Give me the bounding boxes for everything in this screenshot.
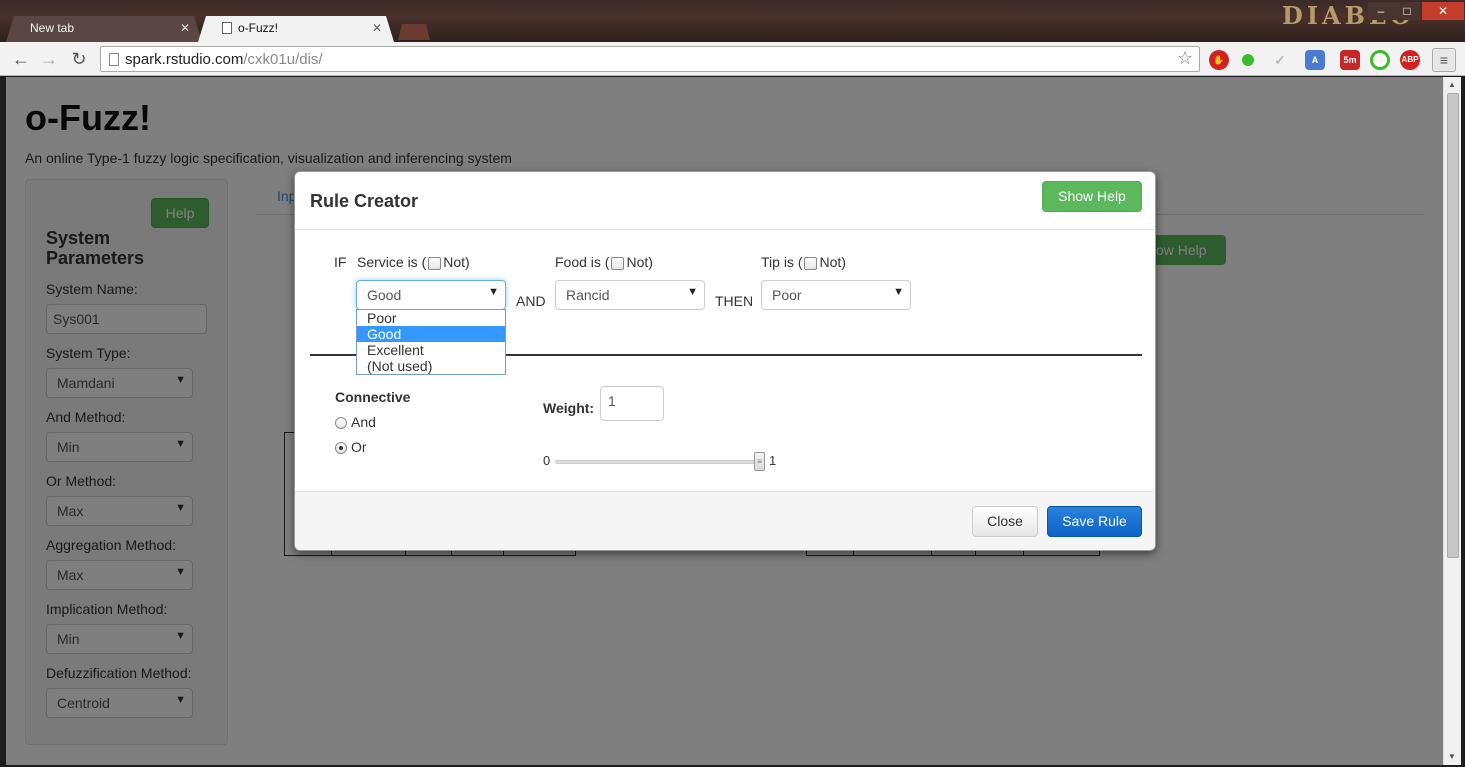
chevron-down-icon: ▼ bbox=[488, 286, 499, 298]
close-button[interactable]: Close bbox=[972, 506, 1038, 537]
modal-title: Rule Creator bbox=[310, 191, 419, 211]
tip-select[interactable]: Poor ▼ bbox=[761, 280, 911, 310]
menu-icon[interactable]: ≡ bbox=[1432, 48, 1456, 72]
tab-label: o-Fuzz! bbox=[238, 21, 279, 35]
dropdown-option[interactable]: Poor bbox=[357, 310, 505, 326]
browser-titlebar: New tab ✕ o-Fuzz! ✕ DIABLO – □ ✕ bbox=[0, 0, 1465, 42]
weight-slider[interactable] bbox=[555, 460, 763, 464]
translate-icon[interactable]: A bbox=[1305, 50, 1325, 70]
q-extension-icon[interactable] bbox=[1370, 50, 1390, 70]
connective-or-option[interactable]: Or bbox=[335, 439, 367, 455]
maximize-icon[interactable]: □ bbox=[1394, 2, 1420, 20]
address-bar[interactable]: spark.rstudio.com/cxk01u/dis/ ☆ bbox=[100, 46, 1200, 72]
scroll-down-icon[interactable]: ▼ bbox=[1448, 752, 1456, 761]
connective-and-option[interactable]: And bbox=[335, 414, 376, 430]
save-rule-button[interactable]: Save Rule bbox=[1047, 506, 1142, 537]
tab-close-icon[interactable]: ✕ bbox=[180, 21, 190, 35]
scroll-up-icon[interactable]: ▲ bbox=[1448, 80, 1456, 89]
modal-header: Rule Creator Show Help bbox=[295, 172, 1155, 230]
tip-not-checkbox[interactable] bbox=[804, 257, 818, 270]
slider-handle[interactable]: ≡ bbox=[754, 452, 765, 471]
forward-icon[interactable]: → bbox=[38, 49, 60, 69]
chevron-down-icon: ▼ bbox=[893, 286, 904, 298]
slider-max-label: 1 bbox=[769, 453, 777, 468]
rule-creator-modal: Rule Creator Show Help IF Service is (No… bbox=[294, 171, 1156, 551]
service-not-checkbox[interactable] bbox=[428, 257, 442, 270]
new-tab-button[interactable] bbox=[398, 24, 430, 40]
service-dropdown-list: Poor Good Excellent (Not used) bbox=[356, 309, 506, 375]
slider-min-label: 0 bbox=[543, 453, 551, 468]
reload-icon[interactable]: ↻ bbox=[68, 49, 90, 69]
tab-label: New tab bbox=[30, 21, 75, 35]
page-icon bbox=[109, 53, 119, 66]
if-label: IF bbox=[334, 254, 347, 270]
tip-clause-label: Tip is (Not) bbox=[761, 254, 846, 270]
status-dot-icon[interactable] bbox=[1242, 54, 1254, 66]
radio-button[interactable] bbox=[335, 417, 347, 429]
page-scrollbar[interactable]: ▲ ▼ bbox=[1443, 77, 1461, 765]
dropdown-option[interactable]: (Not used) bbox=[357, 358, 505, 374]
tab-close-icon[interactable]: ✕ bbox=[372, 21, 382, 35]
service-clause-label: Service is (Not) bbox=[357, 254, 470, 270]
scrollbar-thumb[interactable] bbox=[1447, 93, 1459, 558]
tab-o-fuzz[interactable]: o-Fuzz! ✕ bbox=[198, 16, 394, 42]
weight-label: Weight: bbox=[543, 400, 595, 416]
show-help-button[interactable]: Show Help bbox=[1042, 181, 1142, 212]
food-not-checkbox[interactable] bbox=[611, 257, 625, 270]
chevron-down-icon: ▼ bbox=[687, 286, 698, 298]
then-connector-label: THEN bbox=[715, 293, 754, 309]
tab-new-tab[interactable]: New tab ✕ bbox=[6, 16, 202, 42]
and-connector-label: AND bbox=[516, 293, 546, 309]
url-text: spark.rstudio.com/cxk01u/dis/ bbox=[125, 51, 323, 68]
weight-input[interactable]: 1 bbox=[600, 386, 664, 421]
back-icon[interactable]: ← bbox=[10, 49, 32, 69]
modal-footer: Close Save Rule bbox=[295, 491, 1155, 550]
pen-extension-icon[interactable]: ✓ bbox=[1270, 50, 1290, 70]
page-content: o-Fuzz! An online Type-1 fuzzy logic spe… bbox=[6, 77, 1443, 765]
food-clause-label: Food is (Not) bbox=[555, 254, 653, 270]
radio-button[interactable] bbox=[335, 442, 347, 454]
dropdown-option[interactable]: Excellent bbox=[357, 342, 505, 358]
browser-toolbar: ← → ↻ spark.rstudio.com/cxk01u/dis/ ☆ ✋ … bbox=[0, 42, 1465, 76]
page-icon bbox=[222, 22, 232, 34]
food-select[interactable]: Rancid ▼ bbox=[555, 280, 705, 310]
window-close-icon[interactable]: ✕ bbox=[1422, 2, 1464, 20]
timer-extension-icon[interactable]: 5m bbox=[1340, 50, 1360, 70]
star-icon[interactable]: ☆ bbox=[1177, 48, 1193, 69]
stop-extension-icon[interactable]: ✋ bbox=[1209, 50, 1229, 70]
minimize-icon[interactable]: – bbox=[1368, 2, 1394, 20]
service-select[interactable]: Good ▼ bbox=[356, 280, 506, 310]
adblock-icon[interactable]: ABP bbox=[1400, 50, 1420, 70]
dropdown-option[interactable]: Good bbox=[357, 326, 505, 342]
connective-title: Connective bbox=[335, 389, 411, 405]
